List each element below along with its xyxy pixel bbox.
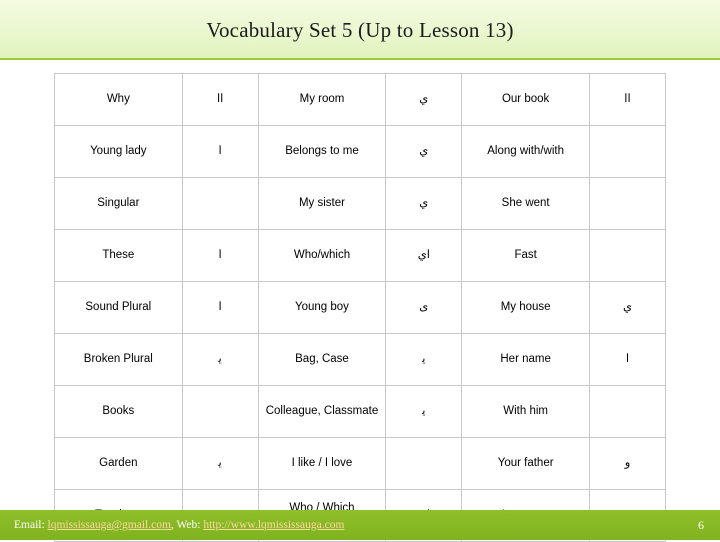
- cell-english: Why: [54, 73, 183, 126]
- cell-english: Belongs to me: [257, 125, 387, 178]
- cell-english: My room: [257, 73, 387, 126]
- cell-english: Along with/with: [461, 125, 590, 178]
- table-row: Books Colleague, Classmate ﻳ With him: [54, 385, 667, 438]
- cell-arabic: [588, 385, 667, 438]
- cell-english: Young boy: [257, 281, 387, 334]
- cell-arabic: [588, 177, 667, 230]
- cell-english: Colleague, Classmate: [257, 385, 387, 438]
- footer-email-label: Email:: [14, 519, 45, 531]
- cell-arabic: ا: [181, 229, 259, 282]
- cell-english: I like / I love: [257, 437, 387, 490]
- cell-arabic: اا: [181, 73, 259, 126]
- cell-english: Sound Plural: [54, 281, 183, 334]
- cell-arabic: اي: [385, 229, 463, 282]
- cell-english: Bag, Case: [257, 333, 387, 386]
- table-row: These ا Who/which اي Fast: [54, 229, 667, 282]
- cell-arabic: ا: [588, 333, 667, 386]
- cell-arabic: ي: [588, 281, 667, 334]
- footer-separator: ,: [170, 519, 174, 531]
- cell-arabic: ا: [181, 125, 259, 178]
- cell-arabic: [385, 437, 463, 490]
- cell-english: Broken Plural: [54, 333, 183, 386]
- cell-english: Her name: [461, 333, 590, 386]
- cell-arabic: ى: [385, 281, 463, 334]
- footer-bar: Email: lqmississauga@gmail.com, Web: htt…: [0, 510, 720, 540]
- footer-email-link[interactable]: lqmississauga@gmail.com: [48, 519, 171, 531]
- cell-arabic: ي: [385, 177, 463, 230]
- title-banner: Vocabulary Set 5 (Up to Lesson 13): [0, 0, 720, 60]
- cell-arabic: و: [588, 437, 667, 490]
- cell-english: Who/which: [257, 229, 387, 282]
- table-row: Why اا My room ي Our book اا: [54, 73, 667, 126]
- cell-arabic: [588, 125, 667, 178]
- cell-arabic: ي: [385, 125, 463, 178]
- footer-web-label: Web:: [176, 519, 201, 531]
- cell-arabic: ﻳ: [181, 333, 259, 386]
- cell-arabic: ﻳ: [385, 385, 463, 438]
- cell-english: She went: [461, 177, 590, 230]
- cell-english: Fast: [461, 229, 590, 282]
- cell-arabic: ﻳ: [181, 437, 259, 490]
- cell-english: My house: [461, 281, 590, 334]
- cell-arabic: ﻳ: [385, 333, 463, 386]
- cell-arabic: اا: [588, 73, 667, 126]
- page-number: 6: [698, 518, 704, 532]
- cell-arabic: [181, 177, 259, 230]
- vocabulary-table: Why اا My room ي Our book اا Young lady …: [54, 73, 667, 542]
- cell-english: Young lady: [54, 125, 183, 178]
- cell-english: My sister: [257, 177, 387, 230]
- cell-arabic: [588, 229, 667, 282]
- cell-english: Your father: [461, 437, 590, 490]
- cell-english: Singular: [54, 177, 183, 230]
- table-row: Sound Plural ا Young boy ى My house ي: [54, 281, 667, 334]
- cell-arabic: ا: [181, 281, 259, 334]
- cell-english: Books: [54, 385, 183, 438]
- table-row: Young lady ا Belongs to me ي Along with/…: [54, 125, 667, 178]
- footer-contact: Email: lqmississauga@gmail.com, Web: htt…: [14, 510, 344, 540]
- cell-english: With him: [461, 385, 590, 438]
- footer-web-link[interactable]: http://www.lqmississauga.com: [203, 519, 344, 531]
- cell-english: Garden: [54, 437, 183, 490]
- cell-arabic: [181, 385, 259, 438]
- table-row: Broken Plural ﻳ Bag, Case ﻳ Her name ا: [54, 333, 667, 386]
- table-body: Why اا My room ي Our book اا Young lady …: [54, 73, 667, 542]
- cell-english: These: [54, 229, 183, 282]
- page-title: Vocabulary Set 5 (Up to Lesson 13): [206, 18, 514, 42]
- slide: Vocabulary Set 5 (Up to Lesson 13) Why ا…: [0, 0, 720, 542]
- table-row: Garden ﻳ I like / I love Your father و: [54, 437, 667, 490]
- cell-arabic: ي: [385, 73, 463, 126]
- cell-english: Our book: [461, 73, 590, 126]
- table-row: Singular My sister ي She went: [54, 177, 667, 230]
